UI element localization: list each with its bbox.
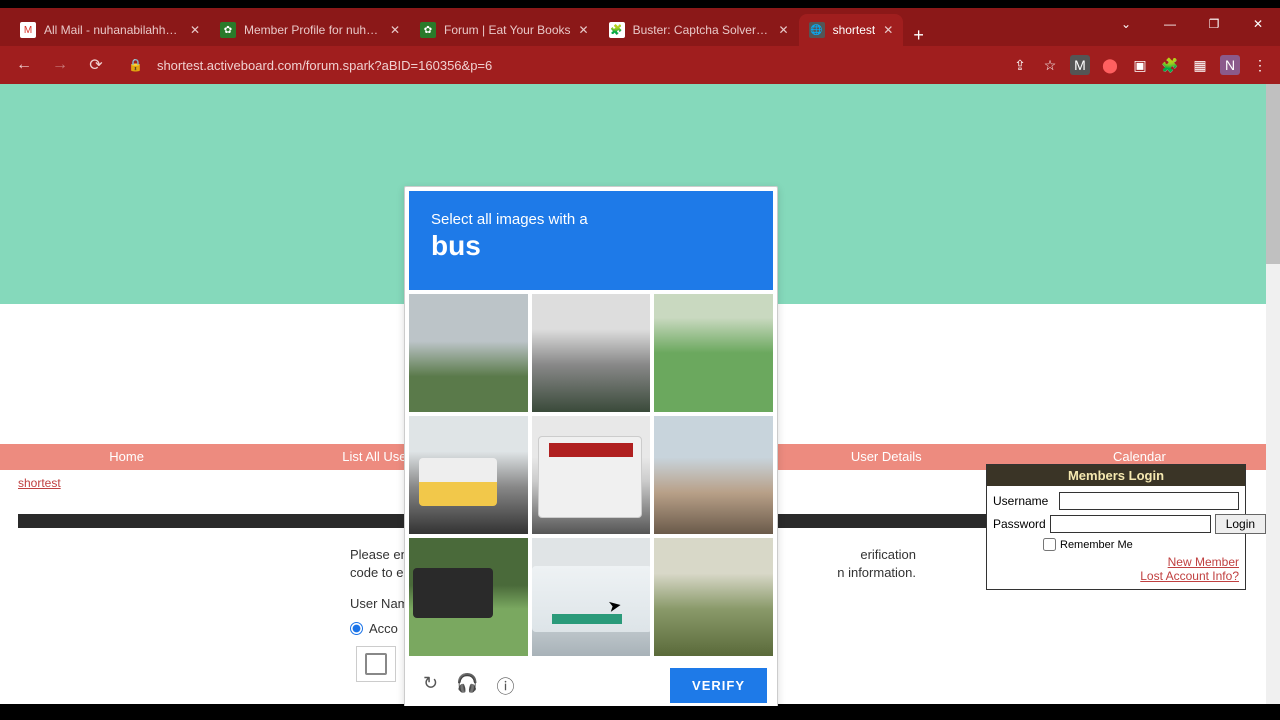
username-label: Username	[993, 494, 1055, 508]
back-button[interactable]: ←	[10, 51, 38, 79]
captcha-subject: bus	[431, 230, 751, 262]
account-radio-label: Acco	[369, 621, 398, 636]
close-icon[interactable]: ✕	[883, 23, 893, 37]
extensions-icon[interactable]: 🧩	[1160, 55, 1180, 75]
scrollbar[interactable]	[1266, 84, 1280, 704]
tab-2[interactable]: ✿Forum | Eat Your Books✕	[410, 14, 599, 46]
tab-3[interactable]: 🧩Buster: Captcha Solver for H✕	[599, 14, 799, 46]
info-icon[interactable]: ⓘ	[497, 673, 515, 699]
account-radio[interactable]	[350, 622, 363, 635]
close-icon[interactable]: ✕	[579, 23, 589, 37]
login-button[interactable]: Login	[1215, 514, 1266, 534]
remember-checkbox[interactable]	[1043, 538, 1056, 551]
chevron-down-icon[interactable]: ⌄	[1104, 8, 1148, 40]
gmail-icon: M	[20, 22, 36, 38]
captcha-tile-4[interactable]	[409, 416, 528, 534]
ext-picture-icon[interactable]: ▣	[1130, 55, 1150, 75]
reload-icon[interactable]: ↻	[423, 673, 438, 699]
sidepanel-icon[interactable]: ▦	[1190, 55, 1210, 75]
close-icon[interactable]: ✕	[779, 23, 789, 37]
maximize-button[interactable]: ❐	[1192, 8, 1236, 40]
captcha-tile-8[interactable]	[532, 538, 651, 656]
window-close-button[interactable]: ✕	[1236, 8, 1280, 40]
captcha-instruction: Select all images with a	[431, 211, 751, 228]
profile-icon[interactable]: N	[1220, 55, 1240, 75]
address-bar[interactable]: shortest.activeboard.com/forum.spark?aBI…	[157, 58, 492, 73]
lock-icon: 🔒	[128, 58, 143, 72]
login-panel: Members Login Username PasswordLogin Rem…	[986, 464, 1246, 590]
lost-account-link[interactable]: Lost Account Info?	[993, 569, 1239, 583]
captcha-tile-3[interactable]	[654, 294, 773, 412]
toolbar: ← → ⟳ 🔒 shortest.activeboard.com/forum.s…	[0, 46, 1280, 84]
nav-user-details[interactable]: User Details	[760, 444, 1013, 470]
new-tab-button[interactable]: +	[903, 25, 934, 46]
recaptcha-anchor[interactable]	[356, 646, 396, 682]
verify-button[interactable]: VERIFY	[670, 668, 767, 703]
minimize-button[interactable]: —	[1148, 8, 1192, 40]
captcha-prompt: Select all images with a bus	[409, 191, 773, 290]
site-icon: ✿	[220, 22, 236, 38]
audio-icon[interactable]: 🎧	[456, 673, 478, 699]
bookmark-icon[interactable]: ☆	[1040, 55, 1060, 75]
password-input[interactable]	[1050, 515, 1211, 533]
captcha-tile-9[interactable]	[654, 538, 773, 656]
new-member-link[interactable]: New Member	[993, 555, 1239, 569]
ext-red-icon[interactable]: ⬤	[1100, 55, 1120, 75]
reload-button[interactable]: ⟳	[82, 51, 110, 79]
share-icon[interactable]: ⇪	[1010, 55, 1030, 75]
site-icon: ✿	[420, 22, 436, 38]
extension-icon: 🧩	[609, 22, 625, 38]
globe-icon: 🌐	[809, 22, 825, 38]
breadcrumb-link[interactable]: shortest	[18, 476, 61, 490]
tab-0[interactable]: MAll Mail - nuhanabilahhaik@✕	[10, 14, 210, 46]
captcha-tile-5[interactable]	[532, 416, 651, 534]
captcha-grid	[409, 294, 773, 656]
captcha-tile-2[interactable]	[532, 294, 651, 412]
letterbox-bottom	[0, 706, 1280, 720]
username-input[interactable]	[1059, 492, 1239, 510]
forward-button[interactable]: →	[46, 51, 74, 79]
recaptcha-challenge: Select all images with a bus ↻ 🎧 ⓘ VERIF…	[404, 186, 778, 712]
ext-m-icon[interactable]: M	[1070, 55, 1090, 75]
tab-1[interactable]: ✿Member Profile for nuhanab✕	[210, 14, 410, 46]
tab-strip: MAll Mail - nuhanabilahhaik@✕ ✿Member Pr…	[0, 8, 1280, 46]
close-icon[interactable]: ✕	[190, 23, 200, 37]
tab-4[interactable]: 🌐shortest✕	[799, 14, 904, 46]
nav-home[interactable]: Home	[0, 444, 253, 470]
captcha-tile-1[interactable]	[409, 294, 528, 412]
captcha-tile-6[interactable]	[654, 416, 773, 534]
close-icon[interactable]: ✕	[390, 23, 400, 37]
remember-label: Remember Me	[1060, 539, 1133, 551]
password-label: Password	[993, 517, 1046, 531]
login-header: Members Login	[987, 465, 1245, 486]
captcha-tile-7[interactable]	[409, 538, 528, 656]
scroll-thumb[interactable]	[1266, 84, 1280, 264]
menu-icon[interactable]: ⋮	[1250, 55, 1270, 75]
